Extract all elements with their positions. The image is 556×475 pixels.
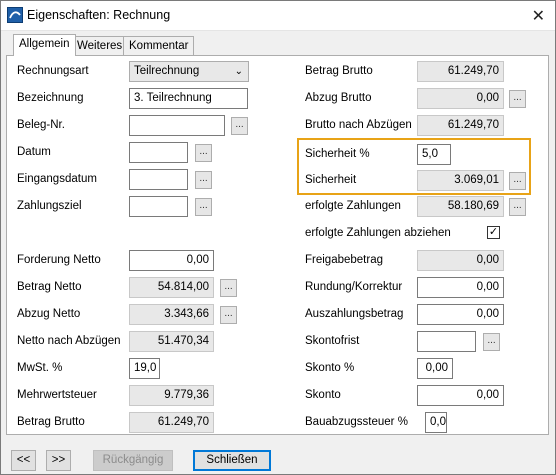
- datum-label: Datum: [17, 146, 51, 158]
- betrag-netto-field: 54.814,00: [129, 277, 214, 298]
- mwst-label: MwSt. %: [17, 362, 63, 374]
- undo-button[interactable]: Rückgängig: [93, 450, 173, 471]
- previous-button[interactable]: <<: [11, 450, 36, 471]
- auszahlungsbetrag-field[interactable]: 0,00: [417, 304, 504, 325]
- bauabzugssteuer-label: Bauabzugssteuer %: [305, 416, 408, 428]
- app-icon: [7, 7, 23, 23]
- beleg-label: Beleg-Nr.: [17, 119, 65, 131]
- betrag-netto-details-button[interactable]: ...: [220, 279, 237, 297]
- datum-picker-button[interactable]: ...: [195, 144, 212, 162]
- rundung-field[interactable]: 0,00: [417, 277, 504, 298]
- abzug-brutto-details-button[interactable]: ...: [509, 90, 526, 108]
- tab-weiteres[interactable]: Weiteres: [71, 36, 129, 56]
- mehrwertsteuer-field: 9.779,36: [129, 385, 214, 406]
- tab-allgemein[interactable]: Allgemein: [13, 34, 76, 56]
- eingangsdatum-label: Eingangsdatum: [17, 173, 97, 185]
- datum-field[interactable]: [129, 142, 188, 163]
- erfolgte-zahlungen-field: 58.180,69: [417, 196, 504, 217]
- skontofrist-picker-button[interactable]: ...: [483, 333, 500, 351]
- tab-panel-allgemein: [6, 55, 549, 435]
- auszahlungsbetrag-label: Auszahlungsbetrag: [305, 308, 404, 320]
- betrag-brutto-left-field: 61.249,70: [129, 412, 214, 433]
- brutto-nach-abzuegen-field: 61.249,70: [417, 115, 504, 136]
- netto-nach-abzuegen-label: Netto nach Abzügen: [17, 335, 121, 347]
- sicherheit-label: Sicherheit: [305, 174, 357, 186]
- title-bar: Eigenschaften: Rechnung ✕: [1, 1, 555, 31]
- bauabzugssteuer-field[interactable]: 0,0: [425, 412, 447, 433]
- skontofrist-field[interactable]: [417, 331, 476, 352]
- sicherheit-field: 3.069,01: [417, 170, 504, 191]
- eingangsdatum-field[interactable]: [129, 169, 188, 190]
- abzug-netto-details-button[interactable]: ...: [220, 306, 237, 324]
- erfolgte-abziehen-checkbox[interactable]: ✓: [487, 226, 500, 239]
- rechnungsart-value: Teilrechnung: [134, 65, 200, 77]
- skontofrist-label: Skontofrist: [305, 335, 360, 347]
- sicherheit-pct-field[interactable]: 5,0: [417, 144, 451, 165]
- freigabebetrag-field: 0,00: [417, 250, 504, 271]
- skonto-field[interactable]: 0,00: [417, 385, 504, 406]
- mwst-field[interactable]: 19,0: [129, 358, 160, 379]
- next-button[interactable]: >>: [46, 450, 71, 471]
- betrag-netto-label: Betrag Netto: [17, 281, 82, 293]
- bezeichnung-label: Bezeichnung: [17, 92, 84, 104]
- abzug-netto-field: 3.343,66: [129, 304, 214, 325]
- freigabebetrag-label: Freigabebetrag: [305, 254, 383, 266]
- betrag-brutto-label: Betrag Brutto: [305, 65, 373, 77]
- chevron-down-icon: ⌄: [234, 66, 243, 77]
- properties-dialog: Eigenschaften: Rechnung ✕ Allgemein Weit…: [0, 0, 556, 475]
- rundung-label: Rundung/Korrektur: [305, 281, 403, 293]
- close-button[interactable]: Schließen: [193, 450, 271, 471]
- zahlungsziel-label: Zahlungsziel: [17, 200, 82, 212]
- sicherheit-details-button[interactable]: ...: [509, 172, 526, 190]
- netto-nach-abzuegen-field: 51.470,34: [129, 331, 214, 352]
- abzug-brutto-label: Abzug Brutto: [305, 92, 372, 104]
- brutto-nach-abzuegen-label: Brutto nach Abzügen: [305, 119, 412, 131]
- window-title: Eigenschaften: Rechnung: [27, 8, 171, 22]
- beleg-field[interactable]: [129, 115, 225, 136]
- erfolgte-abziehen-label: erfolgte Zahlungen abziehen: [305, 227, 451, 239]
- forderung-netto-label: Forderung Netto: [17, 254, 101, 266]
- abzug-brutto-field: 0,00: [417, 88, 504, 109]
- zahlungsziel-picker-button[interactable]: ...: [195, 198, 212, 216]
- abzug-netto-label: Abzug Netto: [17, 308, 81, 320]
- close-icon[interactable]: ✕: [532, 6, 545, 26]
- erfolgte-zahlungen-label: erfolgte Zahlungen: [305, 200, 401, 212]
- zahlungsziel-field[interactable]: [129, 196, 188, 217]
- rechnungsart-label: Rechnungsart: [17, 65, 89, 77]
- betrag-brutto-left-label: Betrag Brutto: [17, 416, 85, 428]
- betrag-brutto-field: 61.249,70: [417, 61, 504, 82]
- skonto-pct-field[interactable]: 0,00: [417, 358, 453, 379]
- eingangsdatum-picker-button[interactable]: ...: [195, 171, 212, 189]
- forderung-netto-field[interactable]: 0,00: [129, 250, 214, 271]
- tab-kommentar[interactable]: Kommentar: [123, 36, 195, 56]
- skonto-pct-label: Skonto %: [305, 362, 355, 374]
- rechnungsart-select[interactable]: Teilrechnung ⌄: [129, 61, 249, 82]
- skonto-label: Skonto: [305, 389, 341, 401]
- beleg-browse-button[interactable]: ...: [231, 117, 248, 135]
- sicherheit-pct-label: Sicherheit %: [305, 148, 370, 160]
- bezeichnung-field[interactable]: 3. Teilrechnung: [129, 88, 248, 109]
- mehrwertsteuer-label: Mehrwertsteuer: [17, 389, 97, 401]
- erfolgte-zahlungen-details-button[interactable]: ...: [509, 198, 526, 216]
